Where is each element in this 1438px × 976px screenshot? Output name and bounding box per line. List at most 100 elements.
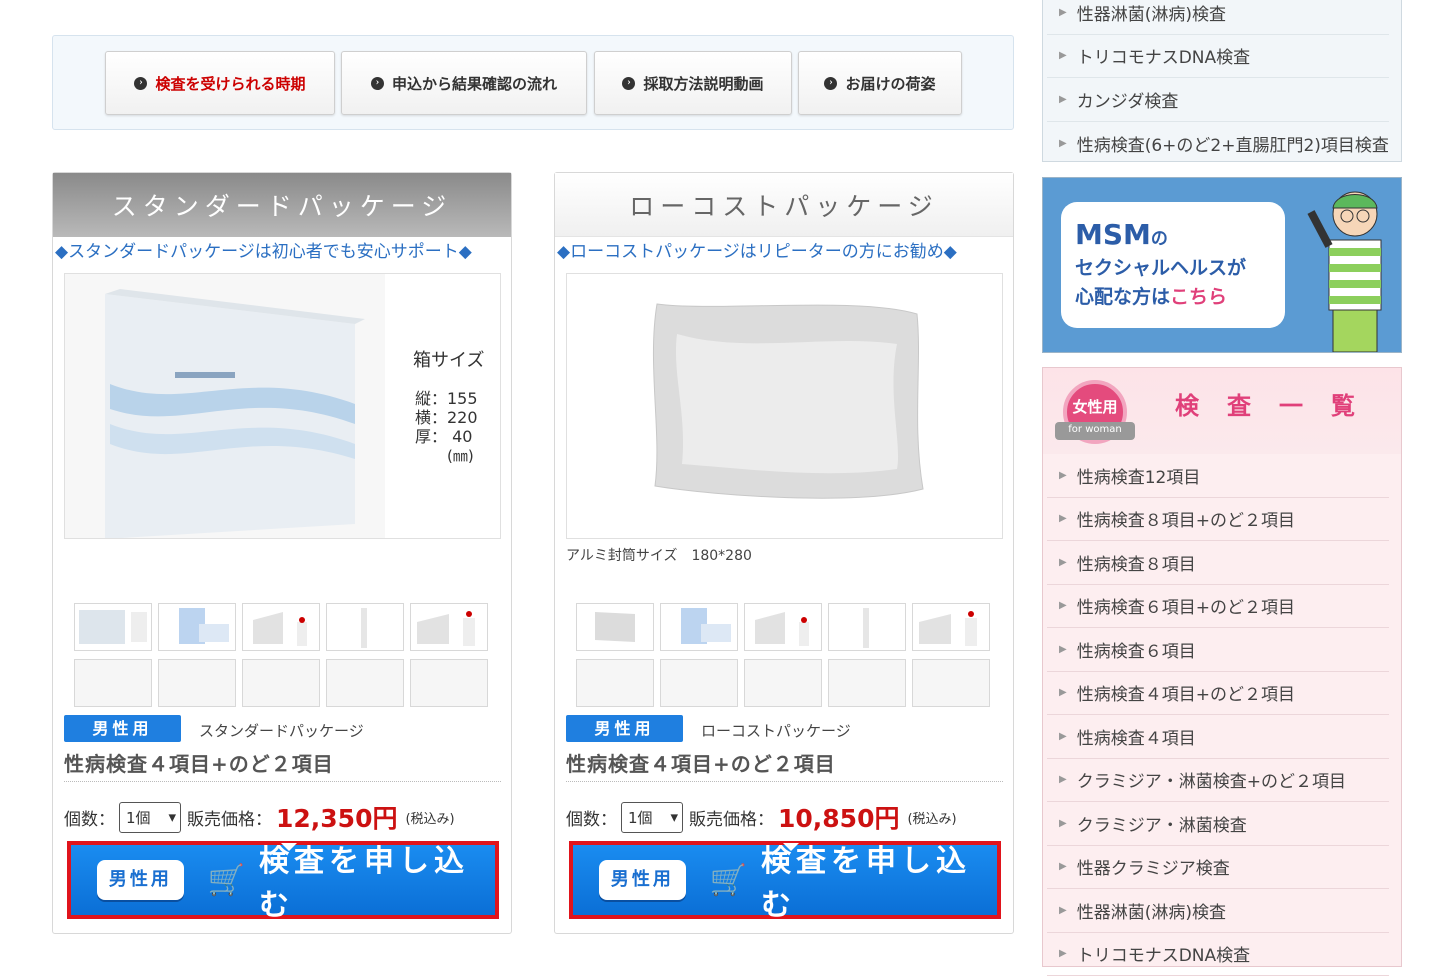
- sidebar-women-list: 女性用 for woman 検査一覧 ▶性病検査12項目 ▶性病検査８項目+のど…: [1042, 367, 1402, 967]
- sidebar-item[interactable]: ▶性病検査12項目: [1047, 454, 1389, 498]
- nav-button-package[interactable]: › お届けの荷姿: [798, 51, 962, 115]
- cart-icon: 🛒: [710, 863, 747, 898]
- divider: [64, 781, 501, 782]
- triangle-right-icon: ▶: [1059, 861, 1067, 872]
- thumbnail-empty: [744, 659, 822, 707]
- qty-value: 1個: [126, 807, 151, 828]
- qty-label: 個数：: [64, 805, 115, 830]
- man-illustration: [1305, 182, 1401, 352]
- card-tagline: ◆スタンダードパッケージは初心者でも安心サポート◆: [55, 237, 472, 262]
- card-header: スタンダードパッケージ: [53, 173, 511, 237]
- sidebar-item[interactable]: ▶性病検査６項目: [1047, 628, 1389, 672]
- msm-banner[interactable]: MSMの セクシャルヘルスが 心配な方はこちら: [1042, 177, 1402, 353]
- triangle-right-icon: ▶: [1059, 513, 1067, 524]
- sidebar-item[interactable]: ▶性病検査６項目+のど２項目: [1047, 585, 1389, 629]
- product-title: 性病検査４項目+のど２項目: [64, 748, 334, 777]
- circle-arrow-icon: ›: [371, 77, 384, 90]
- box-size-title: 箱サイズ: [413, 350, 484, 371]
- box-image: 箱サイズ 縦：155 横：220 厚： 40 (㎜): [65, 274, 501, 539]
- sidebar-item[interactable]: ▶トリコモナスDNA検査: [1047, 933, 1389, 976]
- thumbnail[interactable]: [744, 603, 822, 651]
- package-name: ローコストパッケージ: [701, 720, 851, 741]
- triangle-right-icon: ▶: [1059, 644, 1067, 655]
- thumbnail[interactable]: [74, 603, 152, 651]
- sidebar-item[interactable]: ▶性病検査(6+のど2+直腸肛門2)項目検査: [1047, 122, 1389, 166]
- triangle-right-icon: ▶: [1059, 948, 1067, 959]
- card-tagline: ◆ローコストパッケージはリピーターの方にお勧め◆: [557, 237, 957, 262]
- qty-select[interactable]: 1個 ▾: [119, 802, 181, 833]
- sidebar-list: ▶性器淋菌(淋病)検査 ▶トリコモナスDNA検査 ▶カンジダ検査 ▶性病検査(6…: [1043, 0, 1401, 165]
- product-main-image[interactable]: [566, 273, 1003, 539]
- triangle-right-icon: ▶: [1059, 905, 1067, 916]
- nav-button-flow[interactable]: › 申込から結果確認の流れ: [341, 51, 587, 115]
- product-title: 性病検査４項目+のど２項目: [566, 748, 836, 777]
- nav-button-label: 採取方法説明動画: [643, 73, 763, 94]
- thumbnail[interactable]: [576, 603, 654, 651]
- cart-icon: 🛒: [208, 863, 245, 898]
- circle-arrow-icon: ›: [134, 77, 147, 90]
- nav-button-label: お届けの荷姿: [845, 73, 935, 94]
- sidebar-item[interactable]: ▶性病検査４項目+のど２項目: [1047, 672, 1389, 716]
- product-main-image[interactable]: 箱サイズ 縦：155 横：220 厚： 40 (㎜): [64, 273, 501, 539]
- thumbnail[interactable]: [912, 603, 990, 651]
- apply-button[interactable]: 男性用 🛒 検査を申し込む: [573, 845, 997, 915]
- triangle-right-icon: ▶: [1059, 50, 1067, 61]
- notch-decoration: [281, 843, 297, 851]
- apply-button-highlight: 男性用 🛒 検査を申し込む: [569, 841, 1001, 919]
- nav-button-test-timing[interactable]: › 検査を受けられる時期: [105, 51, 335, 115]
- thumbnail-empty: [828, 659, 906, 707]
- thumbnail-empty: [326, 659, 404, 707]
- qty-select[interactable]: 1個 ▾: [621, 802, 683, 833]
- thumbnail-empty: [158, 659, 236, 707]
- sidebar-item[interactable]: ▶性病検査８項目: [1047, 541, 1389, 585]
- circle-arrow-icon: ›: [824, 77, 837, 90]
- thumbnail[interactable]: [660, 603, 738, 651]
- thumbnail[interactable]: [158, 603, 236, 651]
- sidebar-item[interactable]: ▶性病検査４項目: [1047, 715, 1389, 759]
- apply-button[interactable]: 男性用 🛒 検査を申し込む: [71, 845, 495, 915]
- thumbnail[interactable]: [326, 603, 404, 651]
- product-card-lowcost: ローコストパッケージ ◆ローコストパッケージはリピーターの方にお勧め◆ アルミ封…: [554, 172, 1014, 934]
- women-list-header: 女性用 for woman 検査一覧: [1043, 368, 1401, 454]
- thumbnail[interactable]: [242, 603, 320, 651]
- sidebar-item[interactable]: ▶性病検査８項目+のど２項目: [1047, 498, 1389, 542]
- sidebar-list: ▶性病検査12項目 ▶性病検査８項目+のど２項目 ▶性病検査８項目 ▶性病検査６…: [1043, 454, 1401, 976]
- thumbnail-empty: [410, 659, 488, 707]
- nav-button-label: 検査を受けられる時期: [155, 73, 305, 94]
- triangle-right-icon: ▶: [1059, 774, 1067, 785]
- sidebar-item[interactable]: ▶性器クラミジア検査: [1047, 846, 1389, 890]
- chevron-down-icon: ▾: [168, 808, 176, 826]
- sidebar-item[interactable]: ▶性器淋菌(淋病)検査: [1047, 889, 1389, 933]
- divider: [566, 781, 1003, 782]
- sidebar-item[interactable]: ▶性器淋菌(淋病)検査: [1047, 0, 1389, 35]
- apply-button-highlight: 男性用 🛒 検査を申し込む: [67, 841, 499, 919]
- info-nav-box: › 検査を受けられる時期 › 申込から結果確認の流れ › 採取方法説明動画 › …: [52, 35, 1014, 130]
- price-value: 12,350円: [276, 799, 397, 835]
- thumbnail-empty: [660, 659, 738, 707]
- thumbnail[interactable]: [410, 603, 488, 651]
- triangle-right-icon: ▶: [1059, 138, 1067, 149]
- sidebar-item[interactable]: ▶クラミジア・淋菌検査+のど２項目: [1047, 759, 1389, 803]
- chevron-down-icon: ▾: [670, 808, 678, 826]
- thumbnail-empty: [242, 659, 320, 707]
- triangle-right-icon: ▶: [1059, 731, 1067, 742]
- msm-title: MSM: [1075, 218, 1151, 251]
- sidebar-item[interactable]: ▶トリコモナスDNA検査: [1047, 35, 1389, 79]
- sidebar-item[interactable]: ▶クラミジア・淋菌検査: [1047, 802, 1389, 846]
- svg-text:縦：155: 縦：155: [415, 389, 478, 408]
- msm-speech-bubble: MSMの セクシャルヘルスが 心配な方はこちら: [1061, 202, 1285, 328]
- msm-line2: セクシャルヘルスが: [1075, 253, 1271, 280]
- qty-label: 個数：: [566, 805, 617, 830]
- sidebar-item[interactable]: ▶カンジダ検査: [1047, 78, 1389, 122]
- tax-note: (税込み): [405, 808, 454, 827]
- price-row: 個数： 1個 ▾ 販売価格： 10,850円 (税込み): [566, 799, 957, 835]
- thumbnail[interactable]: [828, 603, 906, 651]
- thumbnail-empty: [912, 659, 990, 707]
- svg-text:横：220: 横：220: [415, 408, 478, 427]
- apply-gender-badge: 男性用: [599, 860, 686, 900]
- product-card-standard: スタンダードパッケージ ◆スタンダードパッケージは初心者でも安心サポート◆ 箱サ…: [52, 172, 512, 934]
- woman-badge-label: 女性用: [1055, 396, 1135, 417]
- nav-button-video[interactable]: › 採取方法説明動画: [594, 51, 792, 115]
- triangle-right-icon: ▶: [1059, 94, 1067, 105]
- tax-note: (税込み): [907, 808, 956, 827]
